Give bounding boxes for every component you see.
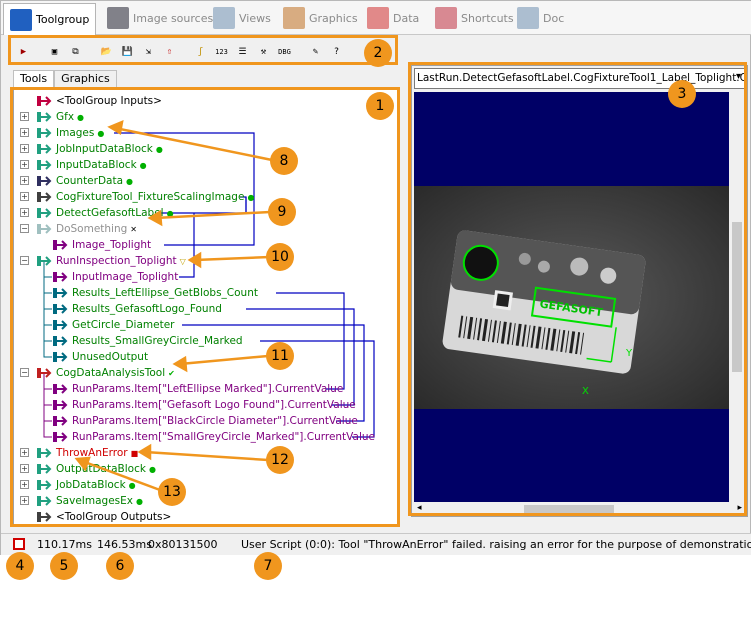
callout-frame-display [408,62,747,516]
callout-badge-2: 2 [364,39,392,67]
callout-badge-11: 11 [266,342,294,370]
callout-badge-13: 13 [158,478,186,506]
tab-image-sources[interactable]: Image sources [101,3,219,33]
callout-badge-9: 9 [268,198,296,226]
callout-badge-10: 10 [266,243,294,271]
tab-graphics[interactable]: Graphics [54,70,117,88]
callout-badge-4: 4 [6,552,34,580]
graphics-icon [283,7,305,29]
callout-badge-12: 12 [266,446,294,474]
tab-shortcuts[interactable]: Shortcuts [429,3,520,33]
tab-tools[interactable]: Tools [13,70,55,88]
tab-views[interactable]: Views [207,3,277,33]
shortcuts-icon [435,7,457,29]
callout-badge-7: 7 [254,552,282,580]
sub-tabs: Tools Graphics [13,70,117,88]
tab-label: Data [393,11,420,25]
tab-doc[interactable]: Doc [511,3,570,33]
resize-grip-icon[interactable]: ⋰ [734,540,743,550]
status-message: User Script (0:0): Tool "ThrowAnError" f… [241,538,751,551]
callout-badge-5: 5 [50,552,78,580]
tab-label: Toolgroup [36,13,90,26]
tab-graphics[interactable]: Graphics [277,3,364,33]
callout-frame-toolbar [8,35,398,65]
camera-icon [107,7,129,29]
callout-badge-6: 6 [106,552,134,580]
views-icon [213,7,235,29]
callout-badge-3: 3 [668,80,696,108]
tab-toolgroup[interactable]: Toolgroup [3,3,97,35]
tab-data[interactable]: Data [361,3,425,33]
error-code: 0x80131500 [148,538,218,551]
tab-label: Doc [543,11,565,25]
tab-strip: Toolgroup Image sources Views Graphics Data S… [1,1,751,35]
callout-badge-8: 8 [270,147,298,175]
last-run-time: 110.17ms [37,538,92,551]
toolgroup-icon [10,8,32,31]
tab-label: Image sources [133,11,214,25]
callout-frame-tree [10,87,400,527]
data-icon [367,7,389,29]
doc-icon [517,7,539,29]
error-indicator-icon[interactable] [13,538,25,550]
tab-label: Graphics [309,11,358,25]
total-run-time: 146.53ms [97,538,152,551]
callout-badge-1: 1 [366,92,394,120]
tab-label: Shortcuts [461,11,514,25]
tab-label: Views [239,11,271,25]
status-bar: 110.17ms 146.53ms 0x80131500 User Script… [1,533,751,555]
